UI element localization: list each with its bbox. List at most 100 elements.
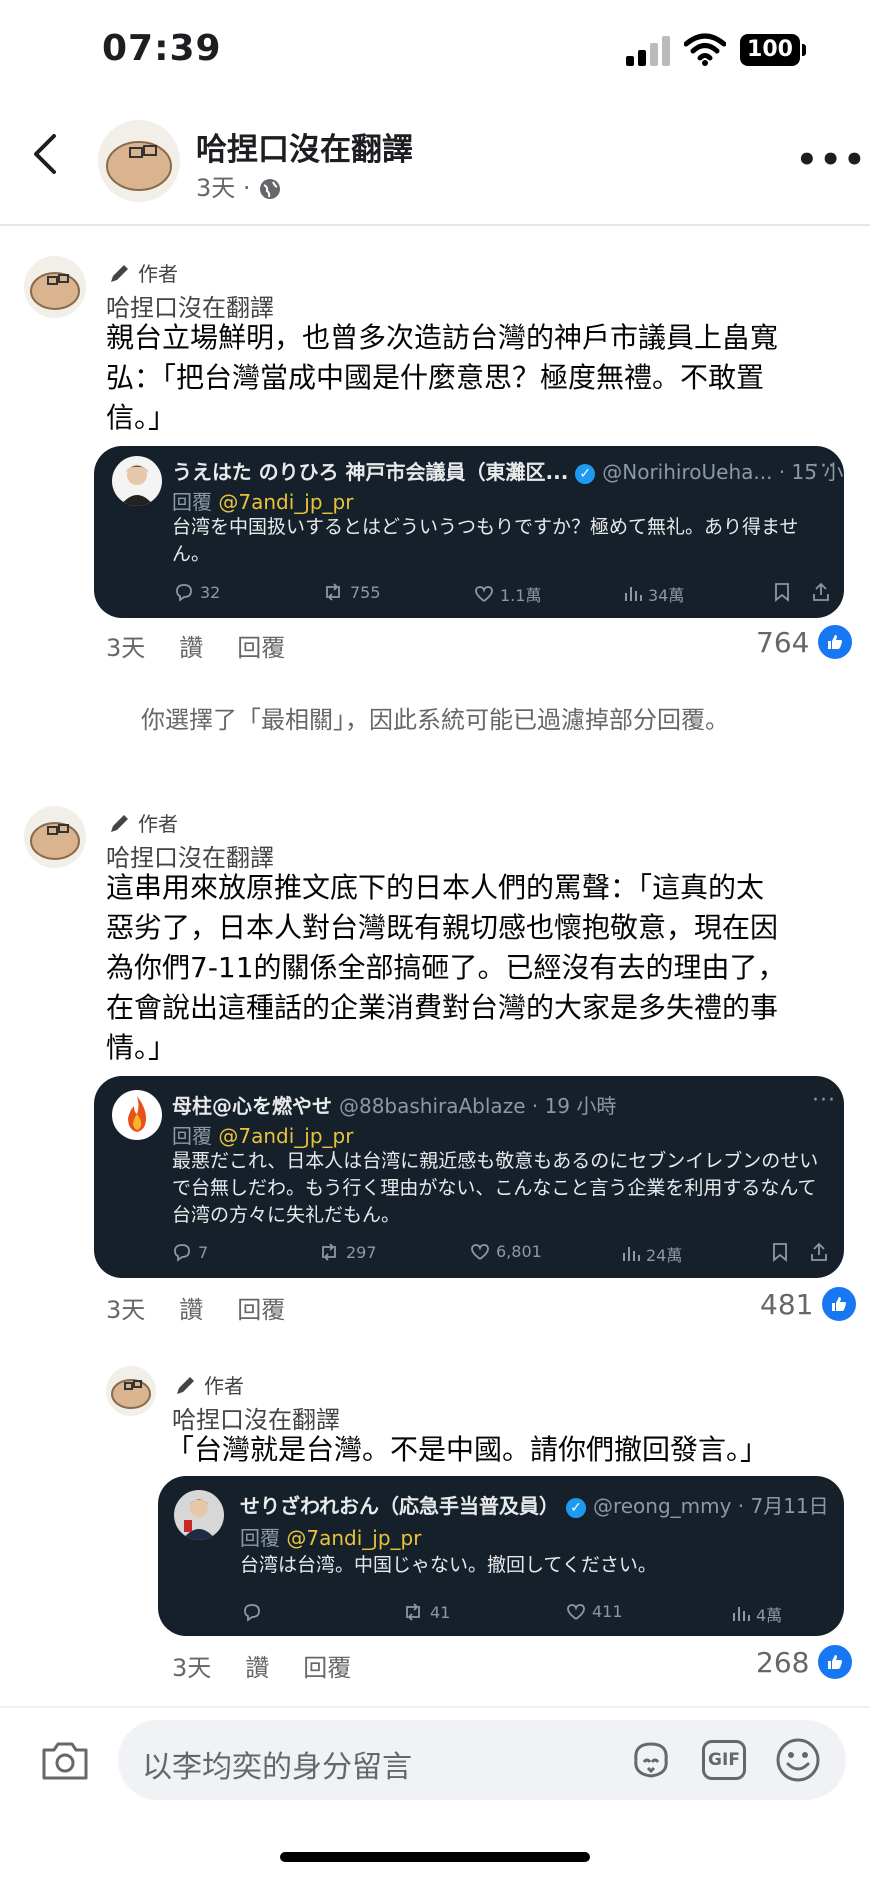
embedded-tweet[interactable]: 母柱@心を燃やせ @88bashiraAblaze · 19 小時 ··· 回覆… <box>94 1076 844 1278</box>
comment-text: 親台立場鮮明，也曾多次造訪台灣的神戶市議員上畠寬 弘：「把台灣當成中國是什麼意思… <box>106 321 779 434</box>
tweet-avatar <box>174 1490 224 1540</box>
retweet-icon <box>322 1243 336 1261</box>
tweet-retweets: 41 <box>402 1602 450 1622</box>
tweet-reply-to: 回覆 @7andi_jp_pr <box>172 490 354 514</box>
emoji-icon[interactable] <box>774 1736 822 1784</box>
like-count[interactable]: 268 <box>756 1642 856 1682</box>
retweet-icon <box>326 583 340 601</box>
tweet-body: 台湾は台湾。中国じゃない。撤回してください。 <box>240 1554 657 1576</box>
comment-time: 3天 <box>172 1654 212 1682</box>
tweet-likes: 6,801 <box>470 1242 542 1261</box>
embedded-tweet[interactable]: うえはた のりひろ 神戸市会議員（東灘区... ✓ @NorihiroUeha.… <box>94 446 844 618</box>
camera-icon[interactable] <box>40 1738 90 1782</box>
comment-actions: 3天 讚 回覆 <box>172 1648 351 1683</box>
views-icon <box>625 587 642 601</box>
tweet-author: せりざわれおん（応急手当普及員） ✓ @reong_mmy · 7月11日 <box>240 1494 829 1518</box>
tweet-views: 34萬 <box>624 582 684 606</box>
heart-icon <box>471 1243 489 1260</box>
tweet-reply-to: 回覆 @7andi_jp_pr <box>240 1526 422 1550</box>
views-icon <box>623 1247 640 1261</box>
reply-icon <box>176 584 192 602</box>
pencil-icon <box>177 1376 194 1394</box>
reply-button[interactable]: 回覆 <box>237 1290 285 1325</box>
comment-input-placeholder: 以李均奕的身分留言 <box>142 1750 412 1785</box>
post-meta: 3天 · <box>196 168 282 203</box>
battery-icon: 100 <box>740 34 806 66</box>
author-badge-label: 作者 <box>204 1374 244 1398</box>
author-badge: 作者 <box>174 1370 244 1399</box>
comment-avatar[interactable] <box>24 806 86 868</box>
tweet-likes: 411 <box>566 1602 623 1621</box>
tweet-views: 4萬 <box>732 1602 782 1626</box>
wifi-icon <box>684 32 726 66</box>
cellular-signal-icon <box>626 36 672 66</box>
like-button[interactable]: 讚 <box>245 1648 269 1683</box>
like-button[interactable]: 讚 <box>179 1290 203 1325</box>
gif-button[interactable]: GIF <box>702 1740 746 1780</box>
divider <box>0 224 870 226</box>
comment-actions: 3天 讚 回覆 <box>106 1290 285 1325</box>
author-badge: 作者 <box>108 808 178 837</box>
pencil-icon <box>111 814 128 832</box>
tweet-retweets: 755 <box>322 582 381 602</box>
tweet-more-icon: ··· <box>812 454 836 479</box>
avatar-sticker-icon[interactable] <box>628 1740 674 1780</box>
views-icon <box>733 1607 750 1621</box>
comment-text: 「台灣就是台灣。不是中國。請你們撤回發言。」 <box>166 1433 769 1466</box>
like-count[interactable]: 481 <box>760 1284 860 1324</box>
tweet-likes: 1.1萬 <box>474 582 541 606</box>
share-icon <box>812 582 830 602</box>
tweet-replies: 32 <box>174 582 220 602</box>
reply-icon <box>174 1244 190 1262</box>
page-avatar[interactable] <box>98 120 180 202</box>
thumbs-up-icon <box>819 1284 860 1324</box>
filter-notice: 你選擇了「最相關」，因此系統可能已過濾掉部分回覆。 <box>141 706 729 734</box>
globe-icon <box>258 177 282 201</box>
home-indicator <box>280 1852 590 1862</box>
back-button[interactable] <box>30 132 70 188</box>
more-options-icon[interactable]: ••• <box>796 140 865 180</box>
tweet-author: 母柱@心を燃やせ @88bashiraAblaze · 19 小時 <box>172 1094 617 1118</box>
tweet-body: 台湾を中国扱いするとはどういうつもりですか？極めて無礼。あり得ませ ん。 <box>172 516 799 565</box>
thumbs-up-icon <box>815 622 856 662</box>
comment-actions: 3天 讚 回覆 <box>106 628 285 663</box>
thumbs-up-icon <box>815 1642 856 1682</box>
comment-text: 這串用來放原推文底下的日本人們的罵聲：「這真的太 惡劣了，日本人對台灣既有親切感… <box>106 871 786 1064</box>
reply-button[interactable]: 回覆 <box>237 628 285 663</box>
tweet-replies: 7 <box>172 1242 208 1262</box>
chevron-left-icon <box>34 134 56 174</box>
reply-button[interactable]: 回覆 <box>303 1648 351 1683</box>
tweet-more-icon: ··· <box>812 1088 836 1113</box>
battery-level: 100 <box>740 34 800 66</box>
status-time: 07:39 <box>102 28 222 69</box>
like-count[interactable]: 764 <box>756 622 856 662</box>
author-badge-label: 作者 <box>138 262 178 286</box>
tweet-views: 24萬 <box>622 1242 682 1266</box>
comment-time: 3天 <box>106 1296 146 1324</box>
tweet-body: 最悪だこれ、日本人は台湾に親近感も敬意もあるのにセブンイレブンのせい で台無しだ… <box>172 1150 819 1226</box>
retweet-icon <box>406 1603 420 1621</box>
comment-avatar[interactable] <box>106 1366 156 1416</box>
embedded-tweet[interactable]: せりざわれおん（応急手当普及員） ✓ @reong_mmy · 7月11日 回覆… <box>158 1476 844 1636</box>
comment-avatar[interactable] <box>24 256 86 318</box>
tweet-author: うえはた のりひろ 神戸市会議員（東灘区... ✓ @NorihiroUeha.… <box>172 460 844 484</box>
like-button[interactable]: 讚 <box>179 628 203 663</box>
tweet-retweets: 297 <box>318 1242 377 1262</box>
tweet-replies <box>242 1602 268 1622</box>
bookmark-icon <box>772 1242 788 1262</box>
reply-icon <box>244 1604 260 1622</box>
bookmark-icon <box>774 582 790 602</box>
author-badge-label: 作者 <box>138 812 178 836</box>
verified-icon: ✓ <box>565 1497 586 1518</box>
tweet-reply-to: 回覆 @7andi_jp_pr <box>172 1124 354 1148</box>
pencil-icon <box>111 264 128 282</box>
divider <box>0 1706 870 1708</box>
verified-icon: ✓ <box>575 463 596 484</box>
tweet-avatar <box>112 1090 162 1140</box>
tweet-avatar <box>112 456 162 506</box>
comment-time: 3天 <box>106 634 146 662</box>
page-title[interactable]: 哈捏口沒在翻譯 <box>196 124 413 169</box>
post-time: 3天 · <box>196 174 251 202</box>
author-badge: 作者 <box>108 258 178 287</box>
heart-icon <box>475 586 493 602</box>
